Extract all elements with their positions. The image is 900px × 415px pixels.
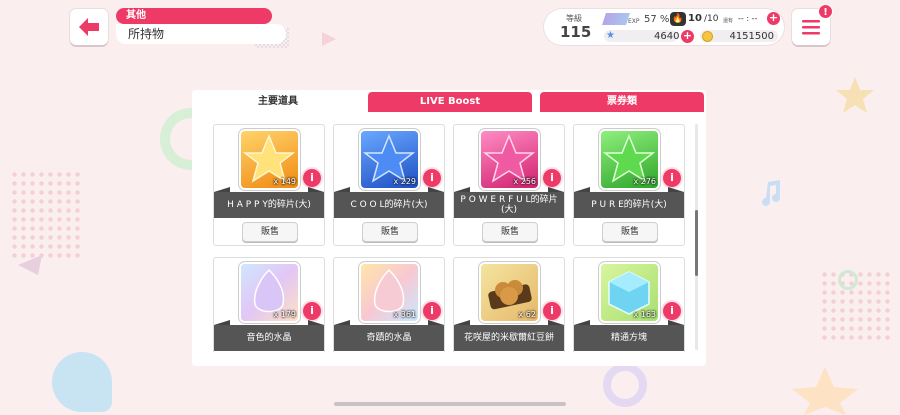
item-quantity: x 62	[518, 310, 536, 319]
item-quantity: x 149	[273, 177, 296, 186]
sell-button[interactable]: 販售	[242, 222, 298, 242]
sell-button[interactable]: 販售	[482, 222, 538, 242]
bg-triangle-icon	[322, 32, 336, 46]
flame-icon: 🔥	[670, 12, 686, 26]
ap-timer: -- : --	[738, 14, 758, 23]
item-name: P U R E的碎片(大)	[574, 187, 684, 218]
tone-crystal-icon: x 179	[241, 264, 298, 321]
powerful-shard-icon: x 256	[481, 131, 538, 188]
info-button[interactable]: i	[303, 302, 321, 320]
add-stars-button[interactable]: +	[681, 30, 694, 43]
tab-live-boost[interactable]: LIVE Boost	[368, 92, 532, 112]
item-name: 奇蹟的水晶	[334, 320, 444, 351]
item-name: P O W E R F U L的碎片(大)	[454, 187, 564, 218]
info-button[interactable]: i	[543, 302, 561, 320]
exp-gauge-icon	[602, 13, 630, 25]
bg-note-shape	[52, 352, 112, 412]
mastery-cube-icon: x 163	[601, 264, 658, 321]
bg-ring	[838, 270, 858, 290]
item-quantity: x 256	[513, 177, 536, 186]
item-card[interactable]: x 256 i P O W E R F U L的碎片(大) 販售	[453, 124, 565, 246]
sell-button[interactable]: 販售	[362, 222, 418, 242]
red-bean-cake-icon: x 62	[481, 264, 538, 321]
bg-star-icon	[836, 77, 874, 113]
item-name: 精通方塊	[574, 320, 684, 351]
scrollbar-thumb[interactable]	[695, 210, 698, 276]
info-button[interactable]: i	[423, 169, 441, 187]
item-name: C O O L的碎片(大)	[334, 187, 444, 218]
player-status-panel: 等級 115 EXP 57 % 🔥 10 /10 還有 -- : -- + ★ …	[544, 9, 784, 45]
item-quantity: x 361	[393, 310, 416, 319]
hamburger-icon	[802, 20, 820, 35]
info-button[interactable]: i	[543, 169, 561, 187]
item-grid: x 149 i H A P P Y的碎片(大) 販售 x 229 i C O O…	[213, 124, 689, 352]
coin-count: 4151500	[729, 31, 774, 42]
item-card[interactable]: x 62 i 花咲屋的米歇爾紅豆餅	[453, 257, 565, 352]
pure-shard-icon: x 276	[601, 131, 658, 188]
item-card[interactable]: x 276 i P U R E的碎片(大) 販售	[573, 124, 685, 246]
exp-label: EXP	[628, 18, 640, 25]
bg-dot-pattern	[10, 170, 80, 260]
bg-note-icon	[762, 180, 780, 206]
info-button[interactable]: i	[303, 169, 321, 187]
ap-current: 10	[688, 13, 702, 24]
cool-shard-icon: x 229	[361, 131, 418, 188]
item-card[interactable]: x 361 i 奇蹟的水晶	[333, 257, 445, 352]
item-card[interactable]: x 149 i H A P P Y的碎片(大) 販售	[213, 124, 325, 246]
item-card[interactable]: x 179 i 音色的水晶	[213, 257, 325, 352]
back-button[interactable]	[70, 9, 108, 45]
item-quantity: x 229	[393, 177, 416, 186]
bg-ring	[603, 363, 647, 407]
item-name: H A P P Y的碎片(大)	[214, 187, 324, 218]
info-button[interactable]: i	[663, 302, 681, 320]
page-title: 所持物	[116, 24, 286, 44]
item-quantity: x 276	[633, 177, 656, 186]
level-value: 115	[560, 23, 592, 41]
exp-percent: 57 %	[644, 14, 670, 25]
sell-button[interactable]: 販售	[602, 222, 658, 242]
back-arrow-icon	[79, 18, 99, 36]
item-card[interactable]: x 229 i C O O L的碎片(大) 販售	[333, 124, 445, 246]
notification-badge: !	[818, 4, 833, 19]
info-button[interactable]: i	[663, 169, 681, 187]
bg-star-icon	[792, 367, 858, 415]
item-card[interactable]: x 163 i 精通方塊	[573, 257, 685, 352]
happy-shard-icon: x 149	[241, 131, 298, 188]
star-gem-icon: ★	[606, 30, 615, 41]
ap-recover-note: 還有	[723, 18, 734, 24]
star-count: 4640	[654, 31, 680, 42]
item-quantity: x 163	[633, 310, 656, 319]
item-quantity: x 179	[273, 310, 296, 319]
tab-tickets[interactable]: 票券類	[540, 92, 704, 112]
home-indicator[interactable]	[334, 402, 566, 406]
category-label: 其他	[116, 8, 272, 24]
item-name: 音色的水晶	[214, 320, 324, 351]
item-name: 花咲屋的米歇爾紅豆餅	[454, 320, 564, 351]
info-button[interactable]: i	[423, 302, 441, 320]
ap-max: /10	[704, 14, 719, 24]
tab-main-items[interactable]: 主要道具	[196, 92, 360, 112]
miracle-crystal-icon: x 361	[361, 264, 418, 321]
coin-icon	[702, 31, 713, 42]
add-ap-button[interactable]: +	[767, 12, 780, 25]
